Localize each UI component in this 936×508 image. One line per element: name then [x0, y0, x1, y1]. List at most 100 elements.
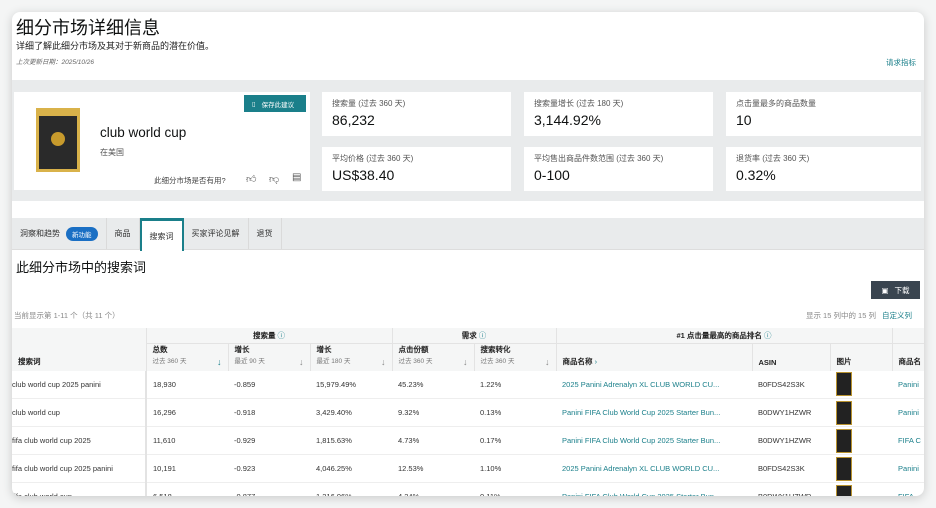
metric-label: 退货率 (过去 360 天): [736, 154, 810, 163]
metric-label: 搜索量 (过去 360 天): [332, 99, 406, 108]
col-product-name-2: 商品名: [892, 343, 924, 371]
sort-arrow-icon[interactable]: ↓: [463, 357, 468, 367]
click-share-cell: 9.32%: [392, 398, 474, 427]
sort-arrow-icon[interactable]: ↓: [545, 357, 550, 367]
summary-band: club world cup 在美国 ▯ 保存此建议 此细分市场是否有用? 👍︎ …: [12, 80, 924, 201]
tab-products[interactable]: 商品: [107, 218, 140, 249]
total-cell: 10,191: [146, 454, 228, 483]
thumbs-down-icon[interactable]: 👎︎: [269, 173, 279, 185]
tab-insights-trends[interactable]: 洞察和趋势 新功能: [12, 218, 107, 249]
marketplace: 在美国: [100, 148, 124, 157]
customize-columns-link[interactable]: 自定义列: [882, 311, 912, 320]
product-thumbnail[interactable]: [836, 484, 852, 496]
col-growth-90[interactable]: 增长 最近 90 天 ↓: [228, 343, 311, 371]
search-term-cell: club world cup 2025 panini: [12, 370, 147, 399]
page-subtitle: 详细了解此细分市场及其对于新商品的潜在价值。: [16, 41, 215, 51]
download-button[interactable]: ▣ 下载: [871, 281, 920, 299]
product-name-link[interactable]: 2025 Panini Adrenalyn XL CLUB WORLD CU..…: [556, 454, 752, 483]
product-name-2-link[interactable]: Panini: [892, 398, 924, 427]
tab-returns[interactable]: 退货: [249, 218, 282, 249]
tab-bar: 洞察和趋势 新功能 商品 搜索词 买家评论见解 退货: [12, 218, 924, 251]
col-product-name[interactable]: 商品名称 ›: [556, 343, 753, 371]
metric-value: 0-100: [534, 167, 570, 183]
search-terms-table: 搜索量 ⓘ 需求 ⓘ #1 点击量最高的商品排名 ⓘ 搜索词 总数 过去 360 …: [12, 328, 924, 496]
table-row: fifa club world cup6,518-0.8771,216.96%4…: [12, 482, 924, 496]
product-name-2-link[interactable]: Panini: [892, 454, 924, 483]
product-name-2-link[interactable]: FIFA: [892, 482, 924, 496]
sort-arrow-icon[interactable]: ↓: [299, 357, 304, 367]
metric-value: 3,144.92%: [534, 112, 601, 128]
product-name-2-link[interactable]: FIFA C: [892, 426, 924, 455]
help-icon[interactable]: ⓘ: [479, 331, 487, 340]
group-demand: 需求 ⓘ: [392, 328, 557, 344]
growth-90-cell: -0.923: [228, 454, 310, 483]
product-thumbnail[interactable]: [836, 456, 852, 481]
click-share-cell: 45.23%: [392, 370, 474, 399]
usefulness-question: 此细分市场是否有用?: [154, 176, 226, 185]
thumbs-up-icon[interactable]: 👍︎: [246, 173, 256, 185]
help-icon[interactable]: ⓘ: [278, 331, 286, 340]
product-name-link[interactable]: Panini FIFA Club World Cup 2025 Starter …: [556, 426, 752, 455]
product-image-cell: [830, 482, 893, 496]
tab-label: 买家评论见解: [191, 229, 240, 238]
product-thumbnail[interactable]: [836, 400, 852, 425]
table-row: club world cup 2025 panini 18,930 -0.859 15…: [12, 370, 924, 399]
download-label: 下载: [894, 285, 910, 295]
chevron-right-icon[interactable]: ›: [595, 357, 598, 366]
metric-avg-price: 平均价格 (过去 360 天) US$38.40: [322, 147, 511, 191]
conversion-cell: 0.11%: [474, 482, 556, 496]
product-name-2-link[interactable]: Panini: [892, 370, 924, 399]
metric-label: 搜索量增长 (过去 180 天): [534, 99, 624, 108]
growth-180-cell: 1,815.63%: [310, 426, 392, 455]
metric-value: 0.32%: [736, 167, 776, 183]
product-name-link[interactable]: 2025 Panini Adrenalyn XL CLUB WORLD CU..…: [556, 370, 752, 399]
total-cell: 18,930: [146, 370, 228, 399]
col-growth-180[interactable]: 增长 最近 180 天 ↓: [310, 343, 393, 371]
metric-label: 平均售出商品件数范围 (过去 360 天): [534, 154, 664, 163]
tab-label: 商品: [114, 229, 131, 238]
total-cell: 6,518: [146, 482, 228, 496]
save-suggestion-button[interactable]: ▯ 保存此建议: [244, 95, 306, 112]
new-feature-badge: 新功能: [66, 226, 98, 241]
save-label: 保存此建议: [261, 101, 295, 109]
conversion-cell: 0.13%: [474, 398, 556, 427]
asin-cell: B0DWY1HZWR: [752, 398, 830, 427]
col-total[interactable]: 总数 过去 360 天 ↓: [146, 343, 229, 371]
metric-value: 10: [736, 112, 752, 128]
search-term-cell: fifa club world cup: [12, 482, 147, 496]
last-updated: 上次更新日期：2025/10/26: [16, 59, 95, 66]
col-click-share[interactable]: 点击份额 过去 360 天 ↓: [392, 343, 475, 371]
help-icon[interactable]: ⓘ: [764, 331, 772, 340]
col-search-term[interactable]: 搜索词: [12, 343, 147, 371]
group-search-volume: 搜索量 ⓘ: [146, 328, 393, 344]
sort-arrow-icon[interactable]: ↓: [381, 357, 386, 367]
metric-label: 平均价格 (过去 360 天): [332, 154, 414, 163]
columns-info: 显示 15 列中的 15 列自定义列: [806, 310, 912, 321]
table-row: fifa club world cup 2025 panini 10,191 -0.…: [12, 454, 924, 483]
product-name-link[interactable]: Panini FIFA Club World Cup 2025 Starter …: [556, 482, 752, 496]
tab-label: 搜索词: [149, 231, 174, 241]
group-next: [892, 328, 924, 344]
col-conversion[interactable]: 搜索转化 过去 360 天 ↓: [474, 343, 557, 371]
metric-units-sold: 平均售出商品件数范围 (过去 360 天) 0-100: [524, 147, 713, 191]
product-thumbnail[interactable]: [836, 372, 852, 397]
section-title: 此细分市场中的搜索词: [16, 260, 147, 275]
request-metrics-link[interactable]: 请求指标: [886, 57, 916, 68]
product-image-cell: [830, 370, 893, 399]
conversion-cell: 1.22%: [474, 370, 556, 399]
metric-label: 点击量最多的商品数量: [736, 99, 816, 108]
growth-90-cell: -0.859: [228, 370, 310, 399]
growth-90-cell: -0.918: [228, 398, 310, 427]
niche-details-window: 细分市场详细信息 详细了解此细分市场及其对于新商品的潜在价值。 上次更新日期：2…: [12, 12, 924, 496]
comment-icon[interactable]: ▤: [292, 172, 301, 183]
sort-arrow-icon[interactable]: ↓: [217, 357, 222, 367]
tab-label: 退货: [256, 229, 273, 238]
tab-review-insights[interactable]: 买家评论见解: [184, 218, 249, 249]
total-cell: 16,296: [146, 398, 228, 427]
tab-search-terms[interactable]: 搜索词: [139, 218, 184, 251]
product-thumbnail[interactable]: [836, 428, 852, 453]
asin-cell: B0FDS42S3K: [752, 454, 830, 483]
metric-value: 86,232: [332, 112, 375, 128]
product-name-link[interactable]: Panini FIFA Club World Cup 2025 Starter …: [556, 398, 752, 427]
group-top-product: #1 点击量最高的商品排名 ⓘ: [556, 328, 893, 344]
